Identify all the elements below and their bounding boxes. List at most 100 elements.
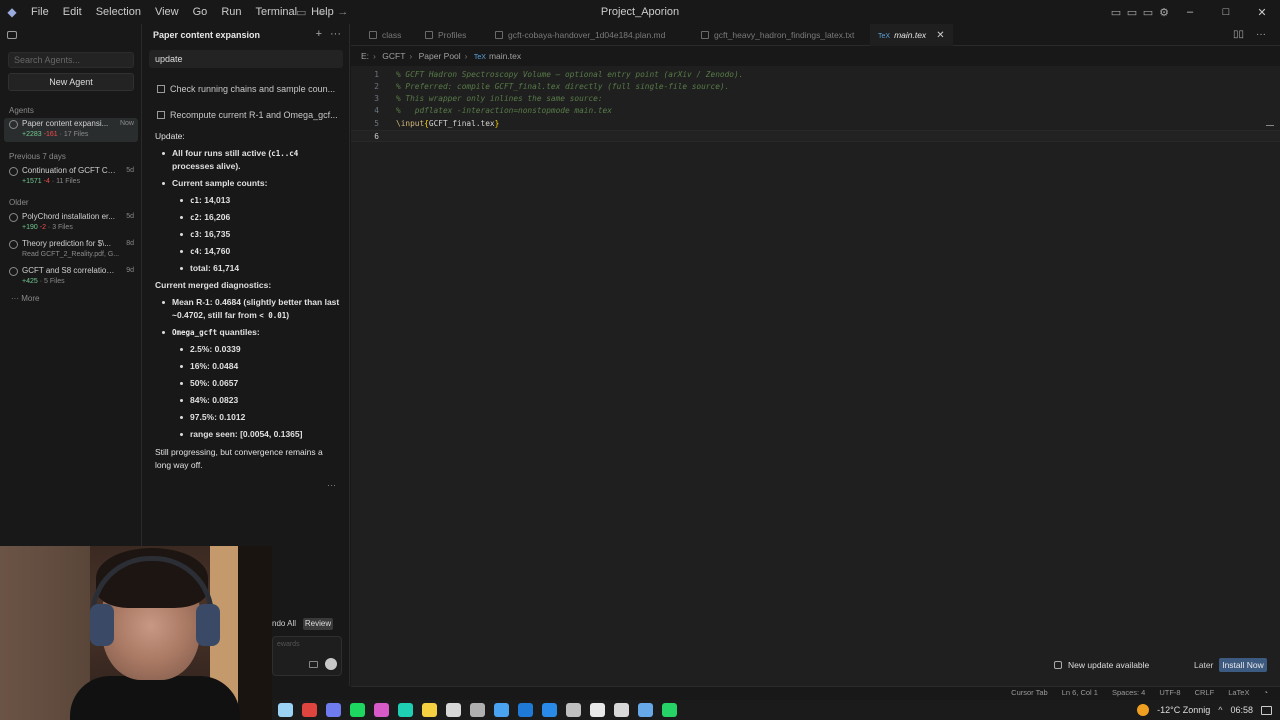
- agent-time: 5d: [126, 167, 134, 174]
- taskbar-app-icon[interactable]: [374, 703, 389, 717]
- tab-plan-md[interactable]: gcft-cobaya-handover_1d04e184.plan.md: [487, 24, 673, 46]
- menu-edit[interactable]: Edit: [56, 0, 89, 24]
- settings-gear-icon[interactable]: ⚙: [1156, 6, 1172, 19]
- agent-item[interactable]: Paper content expansi... Now +2283 -161 …: [4, 118, 138, 142]
- minimize-button[interactable]: –: [1172, 6, 1208, 18]
- code-line: 4% pdflatex -interaction=nonstopmode mai…: [374, 106, 612, 115]
- review-button[interactable]: Review: [303, 618, 333, 630]
- maximize-button[interactable]: □: [1208, 6, 1244, 18]
- webcam-overlay: [0, 546, 272, 720]
- install-now-button[interactable]: Install Now: [1219, 658, 1267, 672]
- breadcrumb: E: › GCFT › Paper Pool › TeX main.tex: [361, 51, 522, 61]
- todo-checkbox-icon: [157, 85, 165, 93]
- later-button[interactable]: Later: [1194, 660, 1213, 670]
- menu-file[interactable]: File: [24, 0, 56, 24]
- taskbar-app-icon[interactable]: [638, 703, 653, 717]
- breadcrumb-file[interactable]: main.tex: [489, 51, 521, 61]
- agent-diff-summary: +425 · 5 Files: [22, 278, 65, 285]
- layout-panel-icon[interactable]: ▭: [1124, 6, 1140, 19]
- more-agents-link[interactable]: ··· More: [11, 294, 39, 303]
- message-actions-icon[interactable]: ···: [327, 480, 336, 490]
- taskbar-app-icon[interactable]: [566, 703, 581, 717]
- quantile-value: 97.5%: 0.1012: [190, 412, 246, 422]
- menu-go[interactable]: Go: [186, 0, 215, 24]
- agent-item[interactable]: GCFT and S8 correlation ... 9d +425 · 5 …: [4, 265, 138, 289]
- status-language[interactable]: LaTeX: [1228, 688, 1249, 697]
- agent-item[interactable]: Theory prediction for $\... 8d Read GCFT…: [4, 238, 138, 262]
- chat-icon[interactable]: ▭: [296, 6, 306, 19]
- status-indentation[interactable]: Spaces: 4: [1112, 688, 1145, 697]
- breadcrumb-paper-pool[interactable]: Paper Pool: [419, 51, 461, 61]
- weather-text[interactable]: -12°C Zonnig: [1157, 705, 1210, 715]
- breadcrumb-drive[interactable]: E:: [361, 51, 369, 61]
- scrollbar-marker[interactable]: [1266, 125, 1274, 126]
- file-icon: [495, 31, 503, 39]
- agent-status-icon: [9, 120, 18, 129]
- new-chat-plus-icon[interactable]: +: [316, 28, 322, 40]
- back-arrow-icon[interactable]: ←: [316, 6, 327, 18]
- taskbar-app-icon[interactable]: [494, 703, 509, 717]
- code-editor[interactable]: 1% GCFT Hadron Spectroscopy Volume — opt…: [351, 66, 1280, 686]
- taskbar-app-icon[interactable]: [614, 703, 629, 717]
- taskbar-app-icon[interactable]: [302, 703, 317, 717]
- taskbar-app-icon[interactable]: [662, 703, 677, 717]
- sample-total: total: 61,714: [190, 263, 240, 273]
- layout-sidebar-icon[interactable]: ▭: [1108, 6, 1124, 19]
- chevron-up-icon[interactable]: ^: [1218, 705, 1222, 715]
- taskbar-app-icon[interactable]: [278, 703, 293, 717]
- layout-secondary-icon[interactable]: ▭: [1140, 6, 1156, 19]
- agent-item[interactable]: PolyChord installation er... 5d +190 -2 …: [4, 211, 138, 235]
- close-window-button[interactable]: ✕: [1244, 6, 1280, 19]
- status-cursor-tab[interactable]: Cursor Tab: [1011, 688, 1048, 697]
- taskbar-app-icon[interactable]: [518, 703, 533, 717]
- new-agent-button[interactable]: New Agent: [8, 73, 134, 91]
- undo-all-button[interactable]: ndo All: [272, 619, 296, 628]
- status-encoding[interactable]: UTF-8: [1159, 688, 1180, 697]
- breadcrumb-gcft[interactable]: GCFT: [382, 51, 405, 61]
- bullet-icon: [180, 233, 183, 236]
- taskbar-app-icon[interactable]: [350, 703, 365, 717]
- taskbar-app-icon[interactable]: [470, 703, 485, 717]
- tab-class[interactable]: class: [361, 24, 409, 46]
- tab-main-tex[interactable]: TeX main.tex ✕: [870, 24, 953, 46]
- taskbar-app-icon[interactable]: [590, 703, 605, 717]
- tab-findings-txt[interactable]: gcft_heavy_hadron_findings_latex.txt: [693, 24, 862, 46]
- bullet-icon: [180, 416, 183, 419]
- menu-view[interactable]: View: [148, 0, 186, 24]
- notification-center-icon[interactable]: [1261, 705, 1272, 715]
- weather-sun-icon[interactable]: [1137, 704, 1150, 716]
- chat-compose-box[interactable]: ewards: [272, 636, 342, 676]
- section-label-previous-7-days: Previous 7 days: [9, 152, 66, 161]
- agent-item[interactable]: Continuation of GCFT Co... 5d +1571 -4 ·…: [4, 165, 138, 189]
- taskbar-app-icon[interactable]: [422, 703, 437, 717]
- taskbar-app-icon[interactable]: [326, 703, 341, 717]
- agent-time: 9d: [126, 267, 134, 274]
- diagnostics-heading: Current merged diagnostics:: [155, 280, 272, 290]
- menu-selection[interactable]: Selection: [89, 0, 148, 24]
- status-line-ending[interactable]: CRLF: [1195, 688, 1215, 697]
- microphone-icon[interactable]: [325, 658, 337, 670]
- split-editor-icon[interactable]: ▯▯: [1233, 29, 1244, 40]
- taskbar-app-icon[interactable]: [446, 703, 461, 717]
- taskbar-app-icon[interactable]: [542, 703, 557, 717]
- taskbar-app-icon[interactable]: [398, 703, 413, 717]
- menu-run[interactable]: Run: [214, 0, 248, 24]
- close-tab-icon[interactable]: ✕: [936, 30, 944, 41]
- image-attach-icon[interactable]: [309, 661, 318, 668]
- tab-profiles[interactable]: Profiles: [417, 24, 474, 46]
- editor-more-icon[interactable]: ···: [1256, 29, 1266, 40]
- forward-arrow-icon[interactable]: →: [337, 6, 348, 18]
- search-agents-input[interactable]: Search Agents...: [8, 52, 134, 68]
- todo-item[interactable]: Recompute current R-1 and Omega_gcf...: [157, 106, 337, 124]
- toggle-sidebar-icon[interactable]: [7, 31, 17, 39]
- clock[interactable]: 06:58: [1230, 705, 1253, 715]
- user-message[interactable]: update: [149, 50, 343, 68]
- todo-item[interactable]: Check running chains and sample coun...: [157, 80, 337, 98]
- status-bar: Cursor Tab Ln 6, Col 1 Spaces: 4 UTF-8 C…: [351, 686, 1280, 700]
- more-options-icon[interactable]: ···: [330, 28, 341, 40]
- bullet-icon: [180, 216, 183, 219]
- bullet-icon: [180, 399, 183, 402]
- status-cursor-position[interactable]: Ln 6, Col 1: [1062, 688, 1098, 697]
- file-icon: [425, 31, 433, 39]
- bell-icon[interactable]: ◔: [1263, 688, 1268, 697]
